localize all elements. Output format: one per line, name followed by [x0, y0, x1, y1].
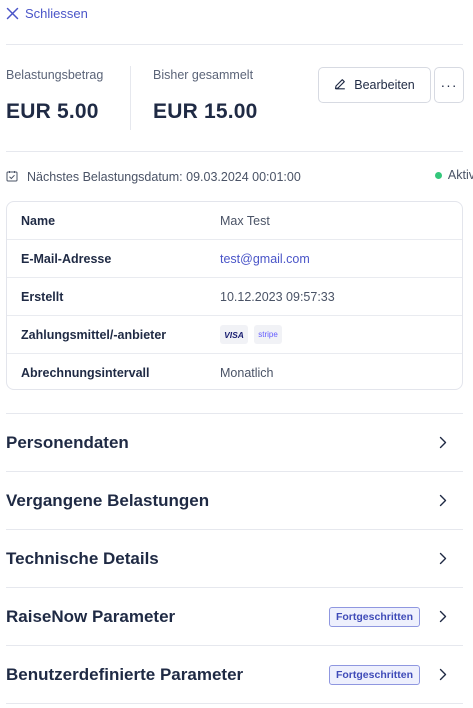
- stat-divider: [130, 66, 131, 130]
- chevron-right-icon: [439, 668, 447, 686]
- collected-stat: Bisher gesammelt EUR 15.00: [153, 68, 258, 124]
- advanced-badge: Fortgeschritten: [328, 607, 420, 627]
- more-options-button[interactable]: ···: [434, 67, 464, 103]
- advanced-badge: Fortgeschritten: [328, 665, 420, 685]
- section-title: RaiseNow Parameter: [6, 606, 176, 626]
- divider: [6, 151, 463, 152]
- collected-value: EUR 15.00: [153, 100, 258, 123]
- table-row: Zahlungsmittel/-anbieter VISA stripe: [7, 316, 462, 354]
- more-icon: ···: [440, 77, 458, 93]
- detail-key: Name: [21, 213, 56, 228]
- section-title: Technische Details: [6, 548, 159, 568]
- table-row: Erstellt 10.12.2023 09:57:33: [7, 278, 462, 316]
- table-row: E-Mail-Adresse test@gmail.com: [7, 240, 462, 278]
- detail-value: Max Test: [220, 213, 270, 228]
- next-charge-text: Nächstes Belastungsdatum: 09.03.2024 00:…: [27, 170, 301, 184]
- section-title: Personendaten: [6, 432, 129, 452]
- chevron-right-icon: [439, 436, 447, 454]
- detail-value: Monatlich: [220, 366, 274, 380]
- edit-button[interactable]: Bearbeiten: [318, 67, 431, 103]
- charge-amount-label: Belastungsbetrag: [6, 68, 104, 82]
- chevron-right-icon: [439, 494, 447, 512]
- next-charge-row: Nächstes Belastungsdatum: 09.03.2024 00:…: [6, 168, 473, 186]
- close-button[interactable]: Schliessen: [6, 4, 88, 22]
- charge-amount-stat: Belastungsbetrag EUR 5.00: [6, 68, 103, 124]
- detail-key: Zahlungsmittel/-anbieter: [21, 327, 167, 342]
- table-row: Abrechnungsintervall Monatlich: [7, 354, 462, 389]
- detail-key: Abrechnungsintervall: [21, 366, 150, 380]
- section-benutzerdefinierte-parameter[interactable]: Benutzerdefinierte Parameter Fortgeschri…: [6, 645, 463, 703]
- section-title: Benutzerdefinierte Parameter: [6, 664, 244, 684]
- section-title: Vergangene Belastungen: [6, 490, 210, 510]
- section-vergangene-belastungen[interactable]: Vergangene Belastungen: [6, 471, 463, 529]
- divider: [6, 703, 463, 704]
- close-icon: [6, 7, 19, 20]
- detail-key: E-Mail-Adresse: [21, 251, 112, 266]
- chevron-right-icon: [439, 552, 447, 570]
- status-badge: Aktiv: [434, 168, 473, 182]
- chevron-right-icon: [439, 610, 447, 628]
- pencil-icon: [334, 78, 346, 93]
- payment-methods: VISA stripe: [220, 325, 282, 344]
- table-row: Name Max Test: [7, 202, 462, 240]
- status-label: Aktiv: [447, 168, 473, 182]
- email-link[interactable]: test@gmail.com: [220, 252, 310, 266]
- section-raisenow-parameter[interactable]: RaiseNow Parameter Fortgeschritten: [6, 587, 463, 645]
- calendar-check-icon: [6, 170, 18, 185]
- status-dot: [434, 171, 442, 179]
- edit-label: Bearbeiten: [354, 78, 415, 92]
- divider: [6, 44, 463, 45]
- stripe-logo: stripe: [254, 325, 282, 344]
- details-card: Name Max Test E-Mail-Adresse test@gmail.…: [6, 201, 463, 390]
- detail-value: 10.12.2023 09:57:33: [220, 289, 335, 304]
- section-personendaten[interactable]: Personendaten: [6, 413, 463, 471]
- charge-amount-value: EUR 5.00: [6, 100, 99, 123]
- visa-logo: VISA: [220, 325, 248, 344]
- section-technische-details[interactable]: Technische Details: [6, 529, 463, 587]
- collected-label: Bisher gesammelt: [153, 68, 254, 82]
- close-label: Schliessen: [25, 5, 88, 21]
- detail-key: Erstellt: [21, 289, 64, 304]
